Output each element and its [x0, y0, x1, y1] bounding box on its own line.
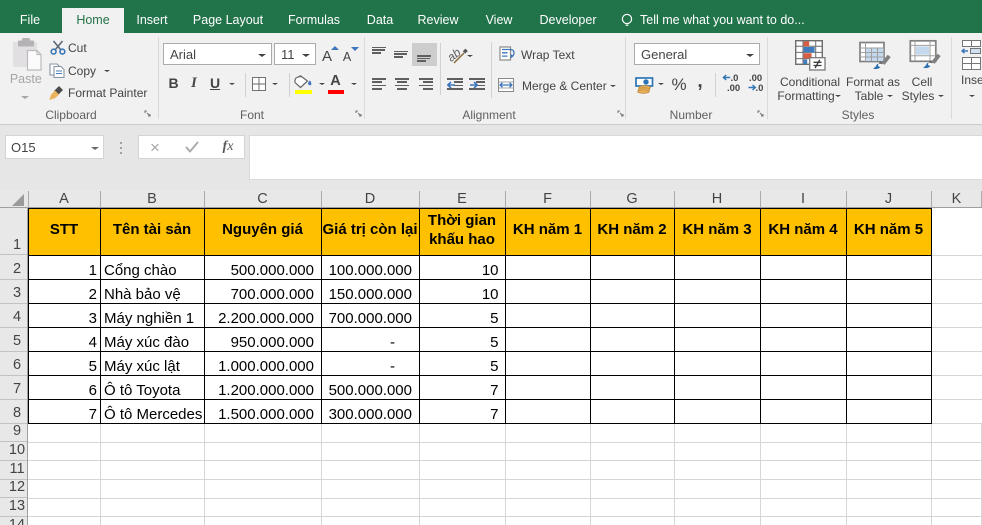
svg-text:.0: .0	[756, 83, 764, 94]
svg-text:.00: .00	[727, 83, 740, 94]
